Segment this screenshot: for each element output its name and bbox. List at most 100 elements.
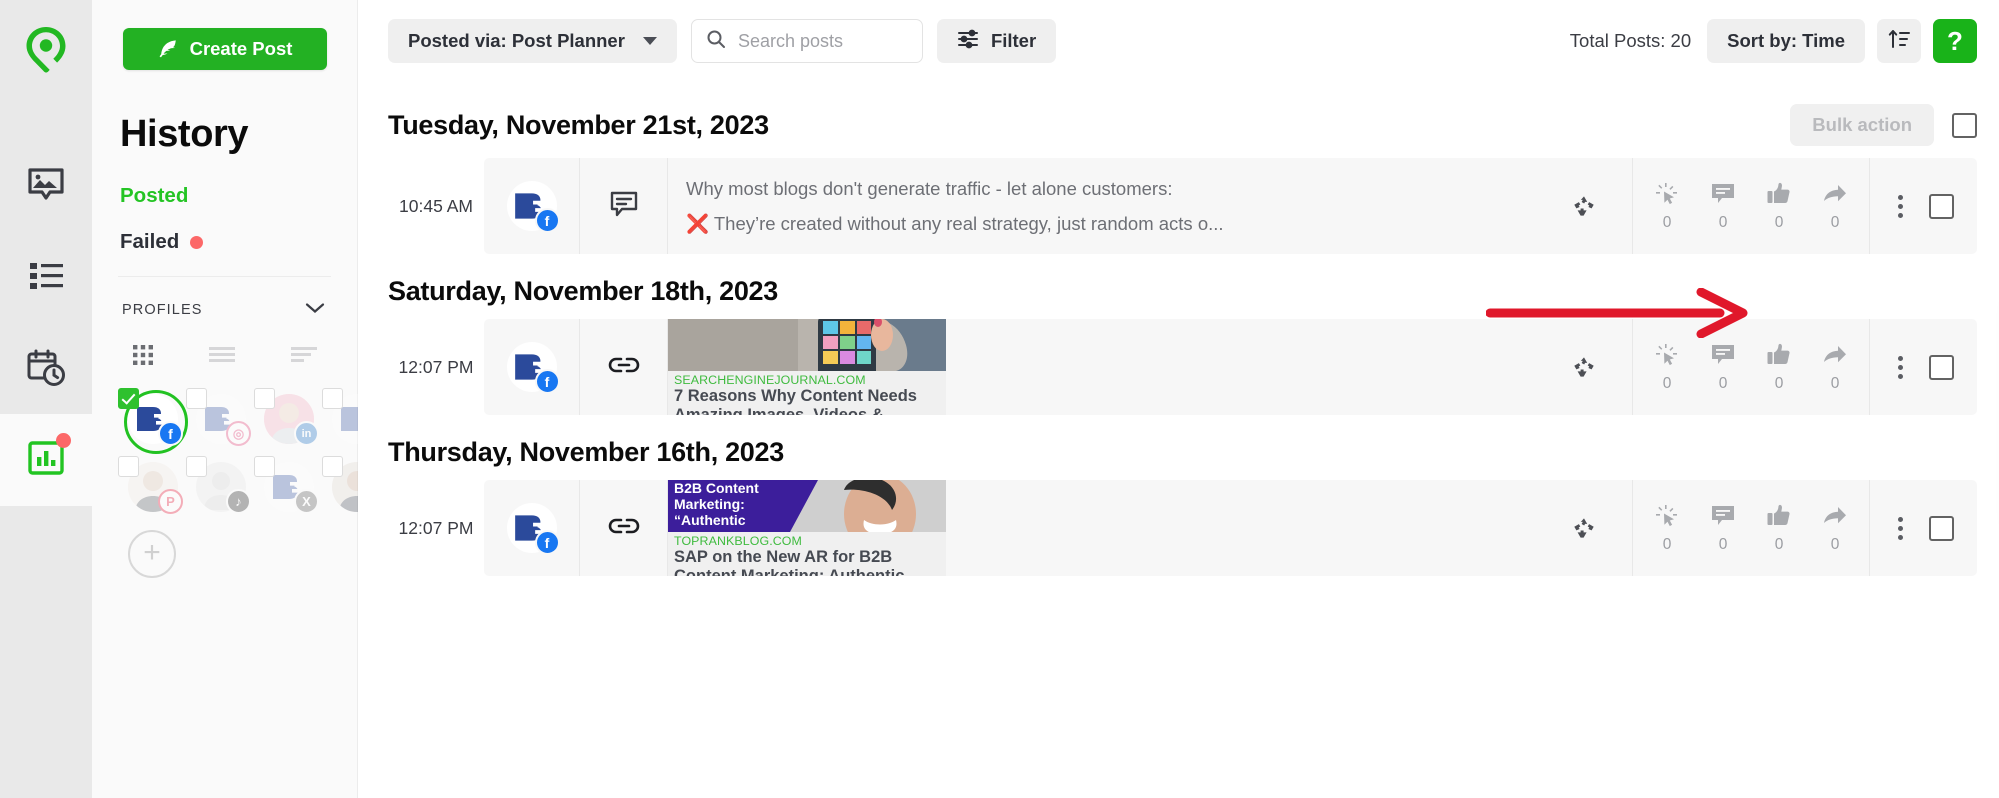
post-profile-avatar: f xyxy=(484,158,580,254)
profile-cell-tiktok[interactable]: ♪ xyxy=(186,456,252,514)
search-input[interactable] xyxy=(737,30,908,52)
post-row[interactable]: 10:45 AM f Why most blogs don't generate… xyxy=(388,158,1977,254)
profile-checkbox[interactable] xyxy=(118,388,139,409)
bulk-action-button[interactable]: Bulk action xyxy=(1790,104,1934,146)
nav-item-posted[interactable]: Posted xyxy=(120,184,357,208)
history-nav: Posted Failed xyxy=(120,184,357,254)
profile-checkbox[interactable] xyxy=(186,388,207,409)
filter-icon xyxy=(957,29,979,54)
link-preview-domain: TOPRANKBLOG.COM xyxy=(674,534,802,548)
post-card[interactable]: f xyxy=(484,319,1977,415)
metric-value: 0 xyxy=(1830,213,1840,231)
post-select-checkbox[interactable] xyxy=(1928,193,1954,219)
metric-value: 0 xyxy=(1718,535,1728,553)
sidebar-item-content-list[interactable] xyxy=(0,230,92,322)
profiles-header[interactable]: PROFILES xyxy=(122,301,325,319)
sidebar-item-analytics[interactable] xyxy=(0,414,92,506)
analytics-notification-dot xyxy=(56,432,71,448)
help-button[interactable]: ? xyxy=(1933,19,1977,63)
post-row[interactable]: 12:07 PM f xyxy=(388,319,1977,415)
post-menu-button[interactable] xyxy=(1894,191,1907,222)
chevron-down-icon[interactable] xyxy=(305,301,325,319)
metric-comments[interactable]: 0 xyxy=(1695,181,1751,232)
post-menu-button[interactable] xyxy=(1894,513,1907,544)
add-profile-button[interactable]: + xyxy=(128,530,176,578)
compact-view-toggle[interactable] xyxy=(290,346,317,369)
post-card[interactable]: f xyxy=(484,480,1977,576)
post-select-checkbox[interactable] xyxy=(1928,515,1954,541)
clicks-icon xyxy=(1656,343,1677,365)
post-row[interactable]: 12:07 PM f xyxy=(388,480,1977,576)
grid-view-toggle[interactable] xyxy=(132,345,153,370)
profile-checkbox[interactable] xyxy=(254,388,275,409)
profile-checkbox[interactable] xyxy=(322,388,343,409)
metric-likes[interactable]: 0 xyxy=(1751,503,1807,554)
metric-shares[interactable]: 0 xyxy=(1807,342,1863,393)
link-preview-meta: SEARCHENGINEJOURNAL.COM 7 Reasons Why Co… xyxy=(668,371,946,415)
metric-value: 0 xyxy=(1774,535,1784,553)
link-preview[interactable]: SEARCHENGINEJOURNAL.COM 7 Reasons Why Co… xyxy=(668,319,946,415)
nav-item-failed[interactable]: Failed xyxy=(120,230,357,254)
metric-clicks[interactable]: 0 xyxy=(1639,503,1695,554)
create-post-button[interactable]: Create Post xyxy=(122,28,327,70)
post-content: SEARCHENGINEJOURNAL.COM 7 Reasons Why Co… xyxy=(668,319,1535,415)
page-title: History xyxy=(120,113,249,155)
link-preview-meta: TOPRANKBLOG.COM SAP on the New AR for B2… xyxy=(668,532,946,576)
metric-clicks[interactable]: 0 xyxy=(1639,342,1695,393)
sort-order-button[interactable] xyxy=(1877,19,1921,63)
filter-button[interactable]: Filter xyxy=(936,19,1057,63)
profile-cell-linkedin-1[interactable]: in xyxy=(254,388,320,446)
recycle-post-button[interactable] xyxy=(1535,158,1633,254)
metric-comments[interactable]: 0 xyxy=(1695,342,1751,393)
select-all-checkbox[interactable] xyxy=(1952,112,1977,138)
sort-by-button[interactable]: Sort by: Time xyxy=(1707,19,1865,63)
profile-cell-instagram[interactable]: ◎ xyxy=(186,388,252,446)
post-profile-avatar: f xyxy=(484,319,580,415)
comments-icon xyxy=(1712,505,1734,525)
profile-cell-x[interactable]: X xyxy=(254,456,320,514)
metric-value: 0 xyxy=(1830,374,1840,392)
metric-likes[interactable]: 0 xyxy=(1751,342,1807,393)
comments-icon xyxy=(1712,344,1734,364)
post-type-indicator xyxy=(580,480,668,576)
instagram-badge: ◎ xyxy=(226,421,251,446)
link-post-icon xyxy=(608,516,640,541)
link-preview-title: 7 Reasons Why Content Needs Amazing Imag… xyxy=(674,387,917,415)
recycle-post-button[interactable] xyxy=(1535,319,1633,415)
metric-value: 0 xyxy=(1718,374,1728,392)
recycle-icon xyxy=(1573,196,1594,216)
sidebar-item-media[interactable] xyxy=(0,138,92,230)
post-metrics: 0 0 0 0 xyxy=(1633,158,1869,254)
metric-likes[interactable]: 0 xyxy=(1751,181,1807,232)
metric-shares[interactable]: 0 xyxy=(1807,181,1863,232)
post-select-checkbox[interactable] xyxy=(1928,354,1954,380)
profile-checkbox[interactable] xyxy=(186,456,207,477)
profile-cell-pinterest[interactable]: P xyxy=(118,456,184,514)
recycle-post-button[interactable] xyxy=(1535,480,1633,576)
post-planner-pin-logo[interactable] xyxy=(18,22,74,82)
search-icon xyxy=(706,29,726,54)
link-preview[interactable]: B2B Content Marketing: “Authentic TOPRAN… xyxy=(668,480,946,576)
chevron-down-icon xyxy=(642,37,657,45)
metric-shares[interactable]: 0 xyxy=(1807,503,1863,554)
sidebar-item-schedule[interactable] xyxy=(0,322,92,414)
metric-comments[interactable]: 0 xyxy=(1695,503,1751,554)
profile-grid: f ◎ in P ♪ X xyxy=(118,388,387,514)
post-type-indicator xyxy=(580,158,668,254)
profile-cell-facebook[interactable]: f xyxy=(118,388,188,454)
list-view-toggle[interactable] xyxy=(208,346,235,369)
cross-mark-emoji: ❌ xyxy=(686,213,710,234)
profile-checkbox[interactable] xyxy=(254,456,275,477)
post-menu-button[interactable] xyxy=(1894,352,1907,383)
svg-text:B2B Content: B2B Content xyxy=(674,480,759,496)
recycle-icon xyxy=(1573,357,1594,377)
profile-checkbox[interactable] xyxy=(118,456,139,477)
search-box[interactable] xyxy=(690,19,923,63)
profile-checkbox[interactable] xyxy=(322,456,343,477)
post-card[interactable]: f Why most blogs don't generate traffic … xyxy=(484,158,1977,254)
posted-via-dropdown[interactable]: Posted via: Post Planner xyxy=(388,19,677,63)
metric-clicks[interactable]: 0 xyxy=(1639,181,1695,232)
profile-view-toggles xyxy=(92,345,357,370)
tiktok-badge: ♪ xyxy=(226,489,251,514)
left-sidebar: Create Post History Posted Failed PROFIL… xyxy=(92,0,387,798)
